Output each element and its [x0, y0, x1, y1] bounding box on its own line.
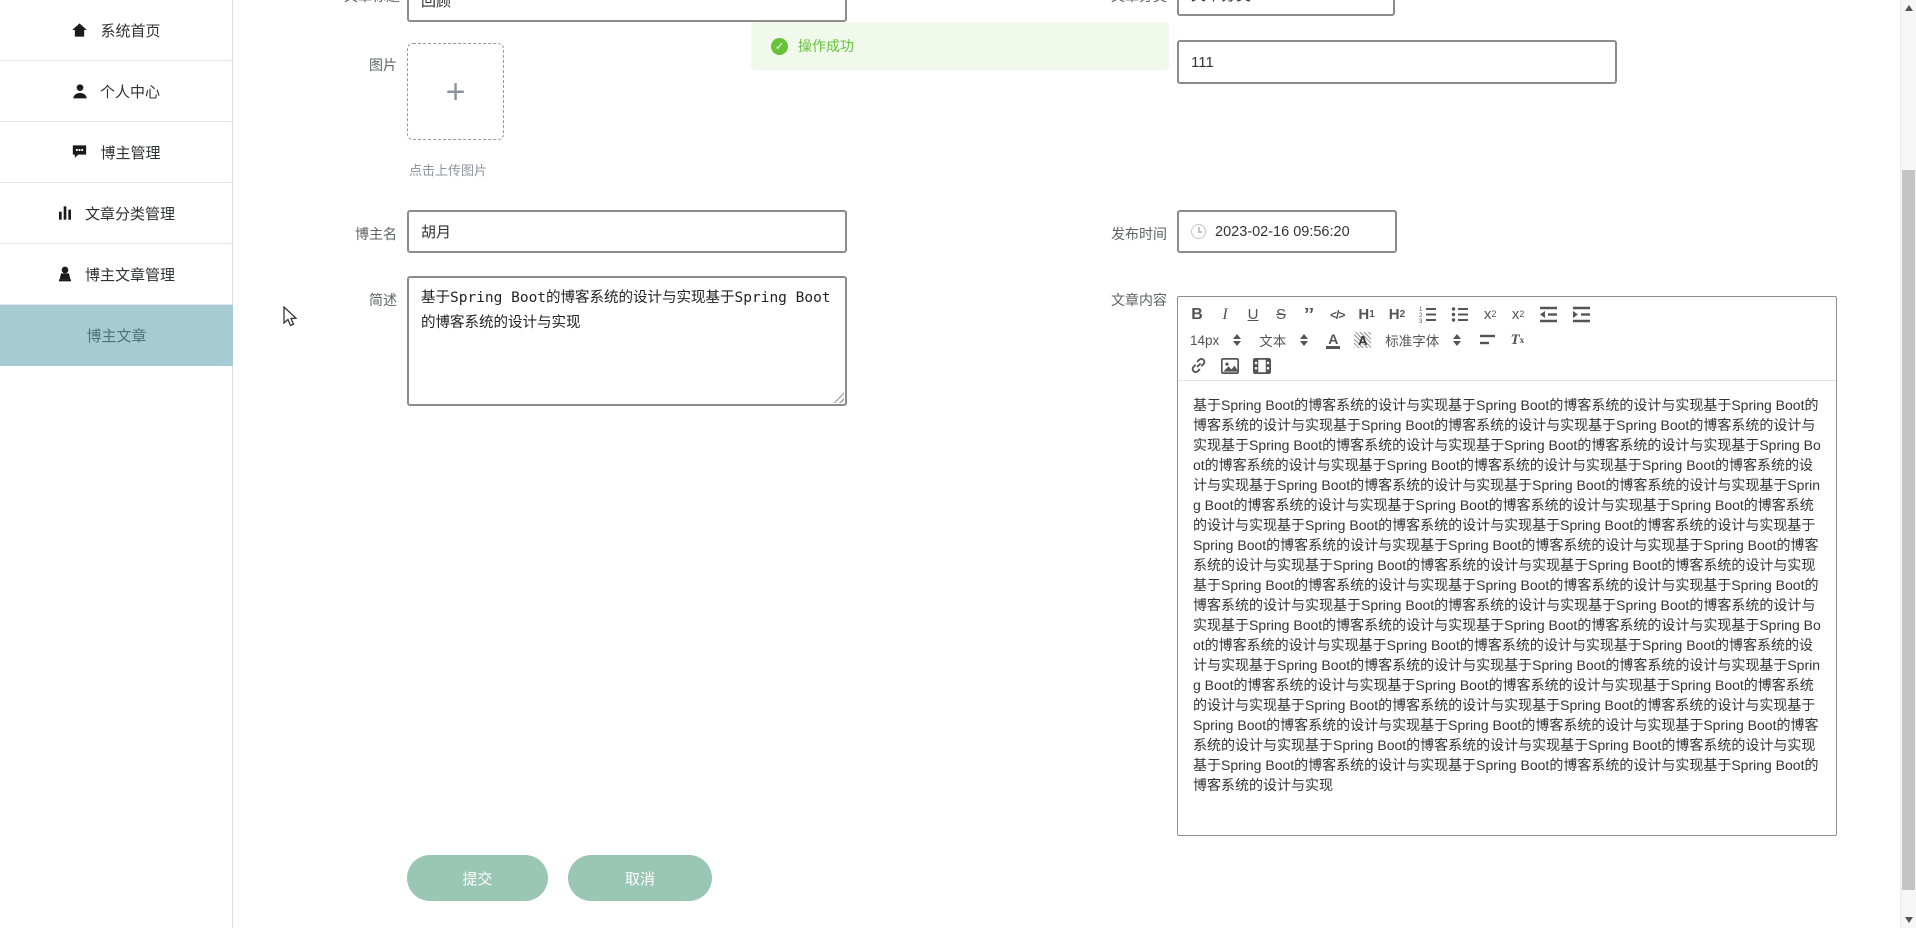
summary-label: 简述: [369, 292, 397, 308]
title-value: 回顾: [421, 0, 452, 10]
image-label: 图片: [369, 57, 397, 73]
comment-icon: [73, 145, 87, 158]
code-block-button[interactable]: </>: [1330, 309, 1345, 321]
image-icon: [1221, 357, 1239, 374]
submit-button[interactable]: 提交: [407, 855, 548, 901]
superscript-button[interactable]: x2: [1511, 307, 1525, 322]
home-icon: [72, 23, 88, 37]
font-family-value: 标准字体: [1385, 334, 1440, 349]
video-button[interactable]: [1253, 357, 1271, 374]
sidebar-item-article-manage[interactable]: 博主文章管理: [0, 244, 232, 305]
scroll-up-icon[interactable]: [1905, 5, 1913, 11]
success-toast: ✓ 操作成功: [751, 22, 1169, 70]
category-select[interactable]: 文章分类1: [1177, 0, 1395, 16]
align-button[interactable]: [1479, 333, 1496, 347]
editor-content[interactable]: 基于Spring Boot的博客系统的设计与实现基于Spring Boot的博客…: [1178, 381, 1836, 805]
sidebar-item-label: 系统首页: [100, 22, 161, 40]
sidebar-item-label: 博主文章管理: [84, 266, 175, 284]
extra-input[interactable]: 111: [1177, 40, 1617, 84]
bullet-list-button[interactable]: [1451, 306, 1469, 323]
category-label: 文章分类: [1087, 0, 1167, 6]
font-family-picker[interactable]: 标准字体: [1385, 330, 1462, 350]
content-label: 文章内容: [1111, 292, 1167, 308]
italic-button[interactable]: I: [1218, 306, 1232, 323]
image-upload-box[interactable]: +: [407, 43, 504, 140]
scrollbar-thumb[interactable]: [1902, 170, 1915, 890]
strikethrough-button[interactable]: S: [1274, 307, 1288, 322]
outdent-button[interactable]: [1539, 306, 1558, 323]
category-value: 文章分类1: [1191, 0, 1259, 5]
blogger-name-value: 胡月: [421, 223, 452, 241]
success-check-icon: ✓: [771, 37, 788, 55]
indent-button[interactable]: [1572, 306, 1591, 323]
video-icon: [1253, 357, 1271, 374]
scroll-down-icon[interactable]: [1905, 917, 1913, 923]
indent-icon: [1573, 306, 1591, 323]
text-color-button[interactable]: A: [1326, 332, 1341, 349]
image-button[interactable]: [1221, 357, 1239, 374]
link-button[interactable]: [1190, 357, 1207, 374]
ordered-list-button[interactable]: 123: [1419, 306, 1437, 323]
updown-arrows-icon: [1300, 334, 1309, 346]
title-input[interactable]: 回顾: [407, 0, 847, 22]
plus-icon: +: [445, 72, 466, 111]
rich-text-editor: B I U S ” </> H1 H2 123 x2 x2 14px 文本 A …: [1177, 296, 1837, 836]
updown-arrows-icon: [1233, 334, 1242, 346]
page: 系统首页 个人中心 博主管理 文章分类管理 博主文章管理 博主文章 文章标题 回…: [0, 0, 1916, 928]
sidebar-active-label: 博主文章: [86, 328, 147, 345]
bold-button[interactable]: B: [1190, 306, 1204, 323]
svg-text:3: 3: [1419, 319, 1423, 323]
header-value: 文本: [1259, 334, 1287, 349]
sidebar-item-category-manage[interactable]: 文章分类管理: [0, 183, 232, 244]
upload-hint: 点击上传图片: [409, 163, 488, 178]
font-size-value: 14px: [1190, 332, 1220, 348]
align-icon: [1480, 334, 1496, 345]
updown-arrows-icon: [1453, 334, 1462, 346]
header-1-button[interactable]: H1: [1358, 307, 1374, 322]
font-size-picker[interactable]: 14px: [1190, 332, 1242, 348]
clean-format-button[interactable]: Tx: [1510, 332, 1524, 348]
page-scrollbar[interactable]: [1900, 0, 1916, 928]
clock-icon: [1191, 224, 1206, 239]
publish-time-label: 发布时间: [1111, 226, 1167, 242]
sidebar-item-label: 个人中心: [99, 83, 160, 101]
blogger-name-label: 博主名: [355, 226, 397, 242]
outdent-icon: [1540, 306, 1558, 323]
background-color-button[interactable]: A: [1354, 332, 1372, 348]
blogger-name-input[interactable]: 胡月: [407, 210, 847, 253]
cancel-button[interactable]: 取消: [568, 855, 712, 901]
title-label: 文章标题: [320, 0, 400, 6]
summary-textarea[interactable]: [407, 276, 847, 406]
publish-time-value: 2023-02-16 09:56:20: [1215, 223, 1350, 240]
publish-time-input[interactable]: 2023-02-16 09:56:20: [1177, 210, 1397, 253]
sidebar-item-blogger-article-active[interactable]: 博主文章: [0, 305, 233, 366]
underline-button[interactable]: U: [1246, 307, 1260, 322]
sidebar-item-blogger-manage[interactable]: 博主管理: [0, 122, 232, 183]
bullet-list-icon: [1451, 307, 1469, 322]
person-icon: [58, 266, 71, 282]
sidebar-item-home[interactable]: 系统首页: [0, 0, 232, 61]
subscript-button[interactable]: x2: [1483, 307, 1497, 322]
sidebar: 系统首页 个人中心 博主管理 文章分类管理 博主文章管理 博主文章: [0, 0, 233, 928]
mouse-cursor-icon: [283, 306, 298, 327]
extra-value: 111: [1191, 53, 1214, 71]
sidebar-item-profile[interactable]: 个人中心: [0, 61, 232, 122]
header-2-button[interactable]: H2: [1389, 307, 1405, 322]
sidebar-item-label: 博主管理: [100, 144, 161, 162]
ordered-list-icon: 123: [1419, 307, 1437, 323]
bar-chart-icon: [58, 206, 71, 220]
link-icon: [1191, 358, 1206, 373]
sidebar-item-label: 文章分类管理: [84, 205, 175, 223]
user-icon: [73, 84, 87, 99]
toast-text: 操作成功: [798, 38, 854, 54]
editor-toolbar: B I U S ” </> H1 H2 123 x2 x2 14px 文本 A …: [1178, 297, 1836, 381]
blockquote-button[interactable]: ”: [1302, 308, 1316, 322]
header-picker[interactable]: 文本: [1259, 330, 1309, 350]
